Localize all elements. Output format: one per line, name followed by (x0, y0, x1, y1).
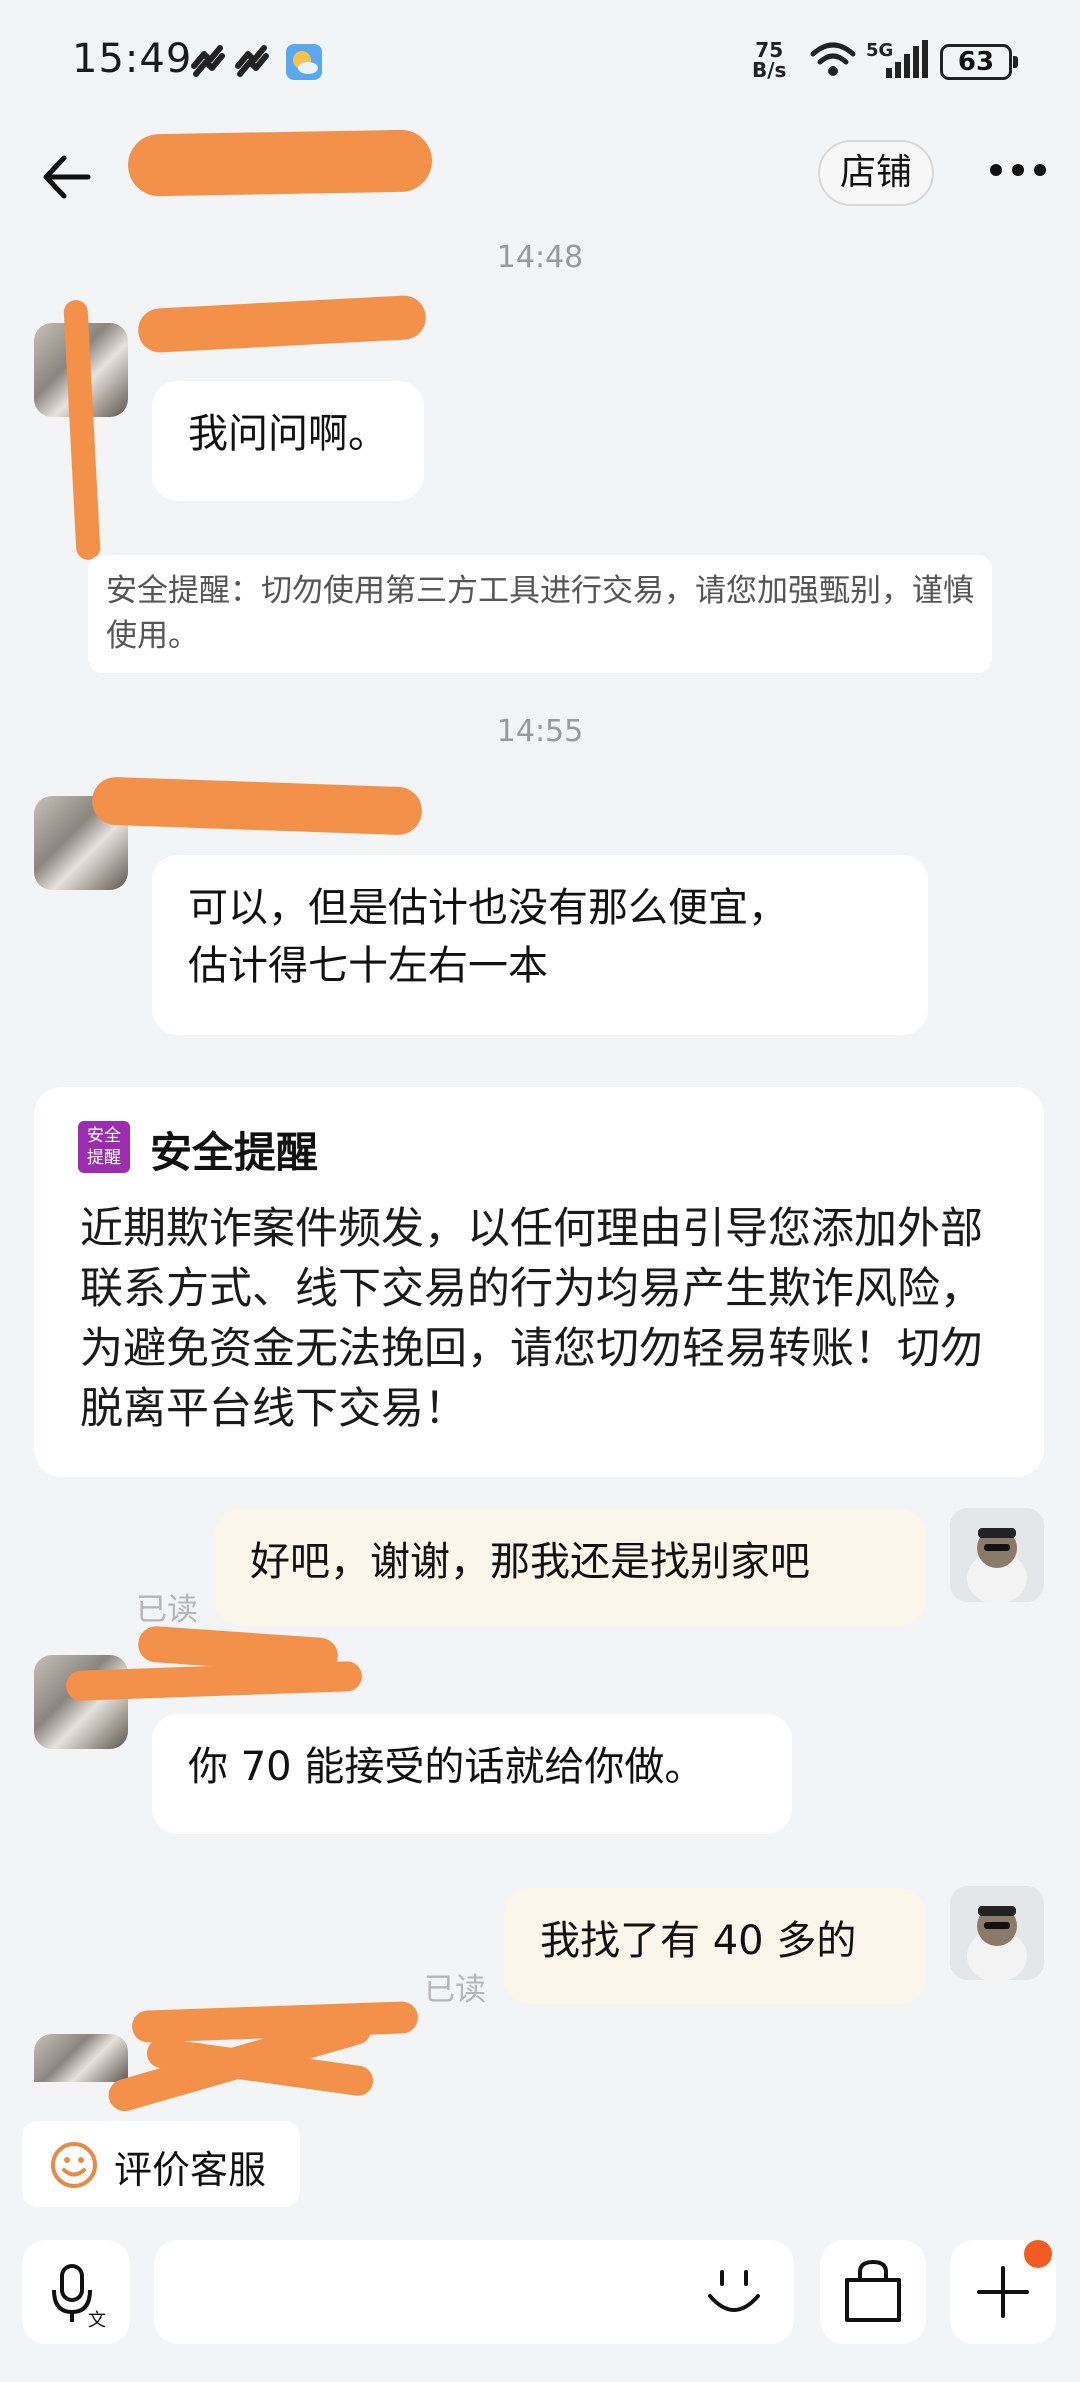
review-service-label: 评价客服 (114, 2148, 267, 2192)
timestamp: 14:55 (496, 714, 584, 749)
security-notice-inline: 安全提醒：切勿使用第三方工具进行交易，请您加强甄别，谨慎使用。 (88, 555, 992, 673)
user-avatar[interactable] (950, 1886, 1044, 1980)
safety-body: 近期欺诈案件频发，以任何理由引导您添加外部联系方式、线下交易的行为均易产生欺诈风… (80, 1204, 983, 1434)
cat-avatar-icon (950, 1886, 1044, 1980)
notification-icons (191, 44, 322, 80)
read-receipt: 已读 (136, 1592, 198, 1628)
timestamp: 14:48 (496, 240, 584, 275)
redacted-sender-name (137, 294, 427, 354)
read-receipt: 已读 (424, 1972, 486, 2008)
cat-avatar-icon (950, 1508, 1044, 1602)
message-bubble[interactable]: 可以，但是估计也没有那么便宜， 估计得七十左右一本 (152, 855, 928, 1035)
microphone-icon: 文 (52, 2264, 106, 2331)
seller-avatar[interactable] (34, 2034, 128, 2082)
message-bubble-outgoing[interactable]: 好吧，谢谢，那我还是找别家吧 (214, 1509, 926, 1625)
back-arrow-icon[interactable] (40, 150, 94, 204)
message-line: 可以，但是估计也没有那么便宜， (188, 885, 788, 931)
signal-icon (886, 40, 928, 78)
shopping-bag-icon (845, 2259, 901, 2322)
message-line: 估计得七十左右一本 (188, 943, 548, 989)
smile-icon (51, 2142, 97, 2188)
shopping-bag-button[interactable] (820, 2240, 926, 2344)
wifi-icon (810, 42, 856, 76)
safety-title: 安全提醒 (150, 1128, 319, 1177)
message-input[interactable] (154, 2240, 794, 2344)
safety-badge-icon: 安全 提醒 (78, 1121, 130, 1173)
network-speed: 75 B/s (752, 38, 787, 82)
redacted-shop-name (127, 129, 433, 197)
voice-input-button[interactable]: 文 (22, 2240, 130, 2344)
svg-text:文: 文 (88, 2310, 106, 2331)
safety-reminder-card: 安全 提醒 安全提醒 近期欺诈案件频发，以任何理由引导您添加外部联系方式、线下交… (34, 1087, 1044, 1477)
status-time: 15:49 (72, 36, 193, 82)
store-button[interactable]: 店铺 (818, 140, 934, 206)
message-bubble[interactable]: 我问问啊。 (152, 381, 424, 501)
redacted-sender-name (91, 776, 423, 836)
more-options-icon[interactable] (988, 162, 1048, 178)
battery-icon: 63 (940, 44, 1018, 80)
notification-dot (1024, 2240, 1052, 2268)
emoji-icon[interactable] (700, 2262, 768, 2322)
review-service-button[interactable]: 评价客服 (22, 2121, 300, 2207)
user-avatar[interactable] (950, 1508, 1044, 1602)
message-bubble-outgoing[interactable]: 我找了有 40 多的 (504, 1888, 926, 2004)
message-bubble[interactable]: 你 70 能接受的话就给你做。 (152, 1714, 792, 1834)
